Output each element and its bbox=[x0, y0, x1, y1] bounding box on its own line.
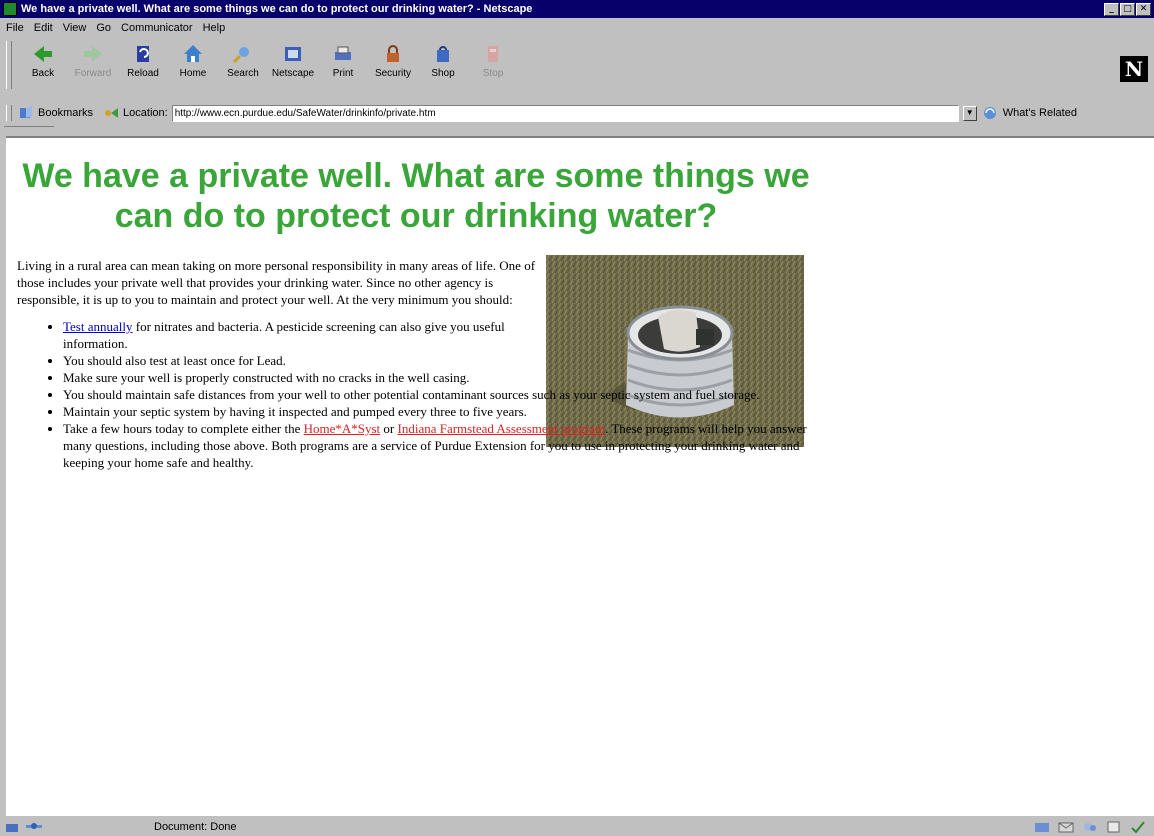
menu-communicator[interactable]: Communicator bbox=[121, 22, 193, 34]
toolbar-grip[interactable] bbox=[6, 41, 12, 89]
home-button[interactable]: Home bbox=[168, 37, 218, 87]
home-icon bbox=[181, 43, 205, 65]
list-item: Test annually for nitrates and bacteria.… bbox=[63, 318, 535, 352]
navigator-icon[interactable] bbox=[1034, 821, 1050, 833]
status-icons bbox=[0, 820, 70, 835]
article-body: Living in a rural area can mean taking o… bbox=[17, 257, 812, 471]
whats-related-label: What's Related bbox=[1002, 107, 1077, 119]
recommendations-list: Test annually for nitrates and bacteria.… bbox=[17, 318, 812, 471]
stop-label: Stop bbox=[482, 68, 504, 79]
list-item: You should maintain safe distances from … bbox=[63, 386, 812, 403]
list-item: Maintain your septic system by having it… bbox=[63, 403, 812, 420]
list-item-text: Make sure your well is properly construc… bbox=[63, 370, 470, 385]
location-label: Location: bbox=[123, 107, 168, 119]
page-heading: We have a private well. What are some th… bbox=[22, 157, 810, 235]
checkmark-icon[interactable] bbox=[1130, 821, 1146, 834]
back-arrow-icon bbox=[31, 43, 55, 65]
search-icon bbox=[231, 43, 255, 65]
page-content[interactable]: We have a private well. What are some th… bbox=[6, 136, 1154, 816]
list-item-text: You should also test at least once for L… bbox=[63, 353, 286, 368]
newsgroups-icon[interactable] bbox=[1082, 821, 1098, 833]
composer-icon[interactable] bbox=[1106, 821, 1122, 833]
maximize-button[interactable]: □ bbox=[1120, 2, 1135, 16]
whats-related-button[interactable]: What's Related bbox=[983, 106, 1077, 120]
location-grip[interactable] bbox=[6, 105, 12, 121]
print-icon bbox=[331, 43, 355, 65]
netscape-button[interactable]: Netscape bbox=[268, 37, 318, 87]
window-controls: _ □ ✕ bbox=[1104, 2, 1151, 16]
home-a-syst-link[interactable]: Home*A*Syst bbox=[304, 421, 381, 436]
list-item-text: Maintain your septic system by having it… bbox=[63, 404, 527, 419]
stop-icon bbox=[481, 43, 505, 65]
netscape-guide-icon bbox=[281, 43, 305, 65]
shop-bag-icon bbox=[431, 43, 455, 65]
shop-button[interactable]: Shop bbox=[418, 37, 468, 87]
netscape-label: Netscape bbox=[271, 68, 315, 79]
home-label: Home bbox=[179, 68, 207, 79]
shop-label: Shop bbox=[431, 68, 455, 79]
bookmarks-button[interactable]: Bookmarks bbox=[38, 107, 93, 119]
list-item-text: You should maintain safe distances from … bbox=[63, 387, 760, 402]
close-button[interactable]: ✕ bbox=[1136, 2, 1151, 16]
forward-label: Forward bbox=[74, 68, 112, 79]
status-bar: Document: Done bbox=[0, 818, 1154, 836]
stop-button[interactable]: Stop bbox=[468, 37, 518, 87]
window-title: We have a private well. What are some th… bbox=[21, 3, 533, 15]
menu-file[interactable]: File bbox=[6, 22, 24, 34]
location-bar: Bookmarks Location: http://www.ecn.purdu… bbox=[0, 102, 1154, 124]
list-item-text: Take a few hours today to complete eithe… bbox=[63, 421, 304, 436]
component-bar bbox=[1034, 821, 1146, 834]
reload-button[interactable]: Reload bbox=[118, 37, 168, 87]
print-button[interactable]: Print bbox=[318, 37, 368, 87]
list-item-text: or bbox=[380, 421, 398, 436]
title-bar: We have a private well. What are some th… bbox=[0, 0, 1154, 18]
list-item: Make sure your well is properly construc… bbox=[63, 369, 535, 386]
menu-edit[interactable]: Edit bbox=[34, 22, 53, 34]
list-item: Take a few hours today to complete eithe… bbox=[63, 420, 812, 471]
whats-related-icon bbox=[983, 106, 999, 120]
mail-icon[interactable] bbox=[1058, 821, 1074, 833]
indiana-farmstead-assessment-link[interactable]: Indiana Farmstead Assessment program bbox=[398, 421, 606, 436]
lock-icon bbox=[381, 43, 405, 65]
list-item: You should also test at least once for L… bbox=[63, 352, 535, 369]
menu-view[interactable]: View bbox=[63, 22, 87, 34]
netscape-app-icon[interactable] bbox=[3, 2, 17, 16]
connection-status-icon bbox=[24, 820, 44, 835]
search-button[interactable]: Search bbox=[218, 37, 268, 87]
menu-bar: File Edit View Go Communicator Help bbox=[0, 19, 1154, 36]
menu-go[interactable]: Go bbox=[96, 22, 111, 34]
bookmarks-icon bbox=[18, 106, 34, 120]
search-label: Search bbox=[227, 68, 259, 79]
print-label: Print bbox=[332, 68, 354, 79]
url-field[interactable]: http://www.ecn.purdue.edu/SafeWater/drin… bbox=[171, 104, 959, 122]
intro-paragraph: Living in a rural area can mean taking o… bbox=[17, 258, 536, 307]
security-status-icon[interactable] bbox=[4, 820, 20, 835]
status-text: Document: Done bbox=[154, 821, 237, 833]
navigation-toolbar: Back Forward Reload Home Search Netscape bbox=[0, 37, 1154, 101]
forward-button[interactable]: Forward bbox=[68, 37, 118, 87]
url-dropdown-button[interactable]: ▼ bbox=[962, 105, 977, 121]
security-label: Security bbox=[374, 68, 412, 79]
minimize-button[interactable]: _ bbox=[1104, 2, 1119, 16]
back-label: Back bbox=[31, 68, 55, 79]
menu-help[interactable]: Help bbox=[203, 22, 226, 34]
location-icon bbox=[103, 106, 119, 120]
security-button[interactable]: Security bbox=[368, 37, 418, 87]
forward-arrow-icon bbox=[81, 43, 105, 65]
reload-icon bbox=[131, 43, 155, 65]
test-annually-link[interactable]: Test annually bbox=[63, 319, 133, 334]
reload-label: Reload bbox=[127, 68, 159, 79]
back-button[interactable]: Back bbox=[18, 37, 68, 87]
netscape-logo[interactable]: N bbox=[1120, 56, 1148, 82]
